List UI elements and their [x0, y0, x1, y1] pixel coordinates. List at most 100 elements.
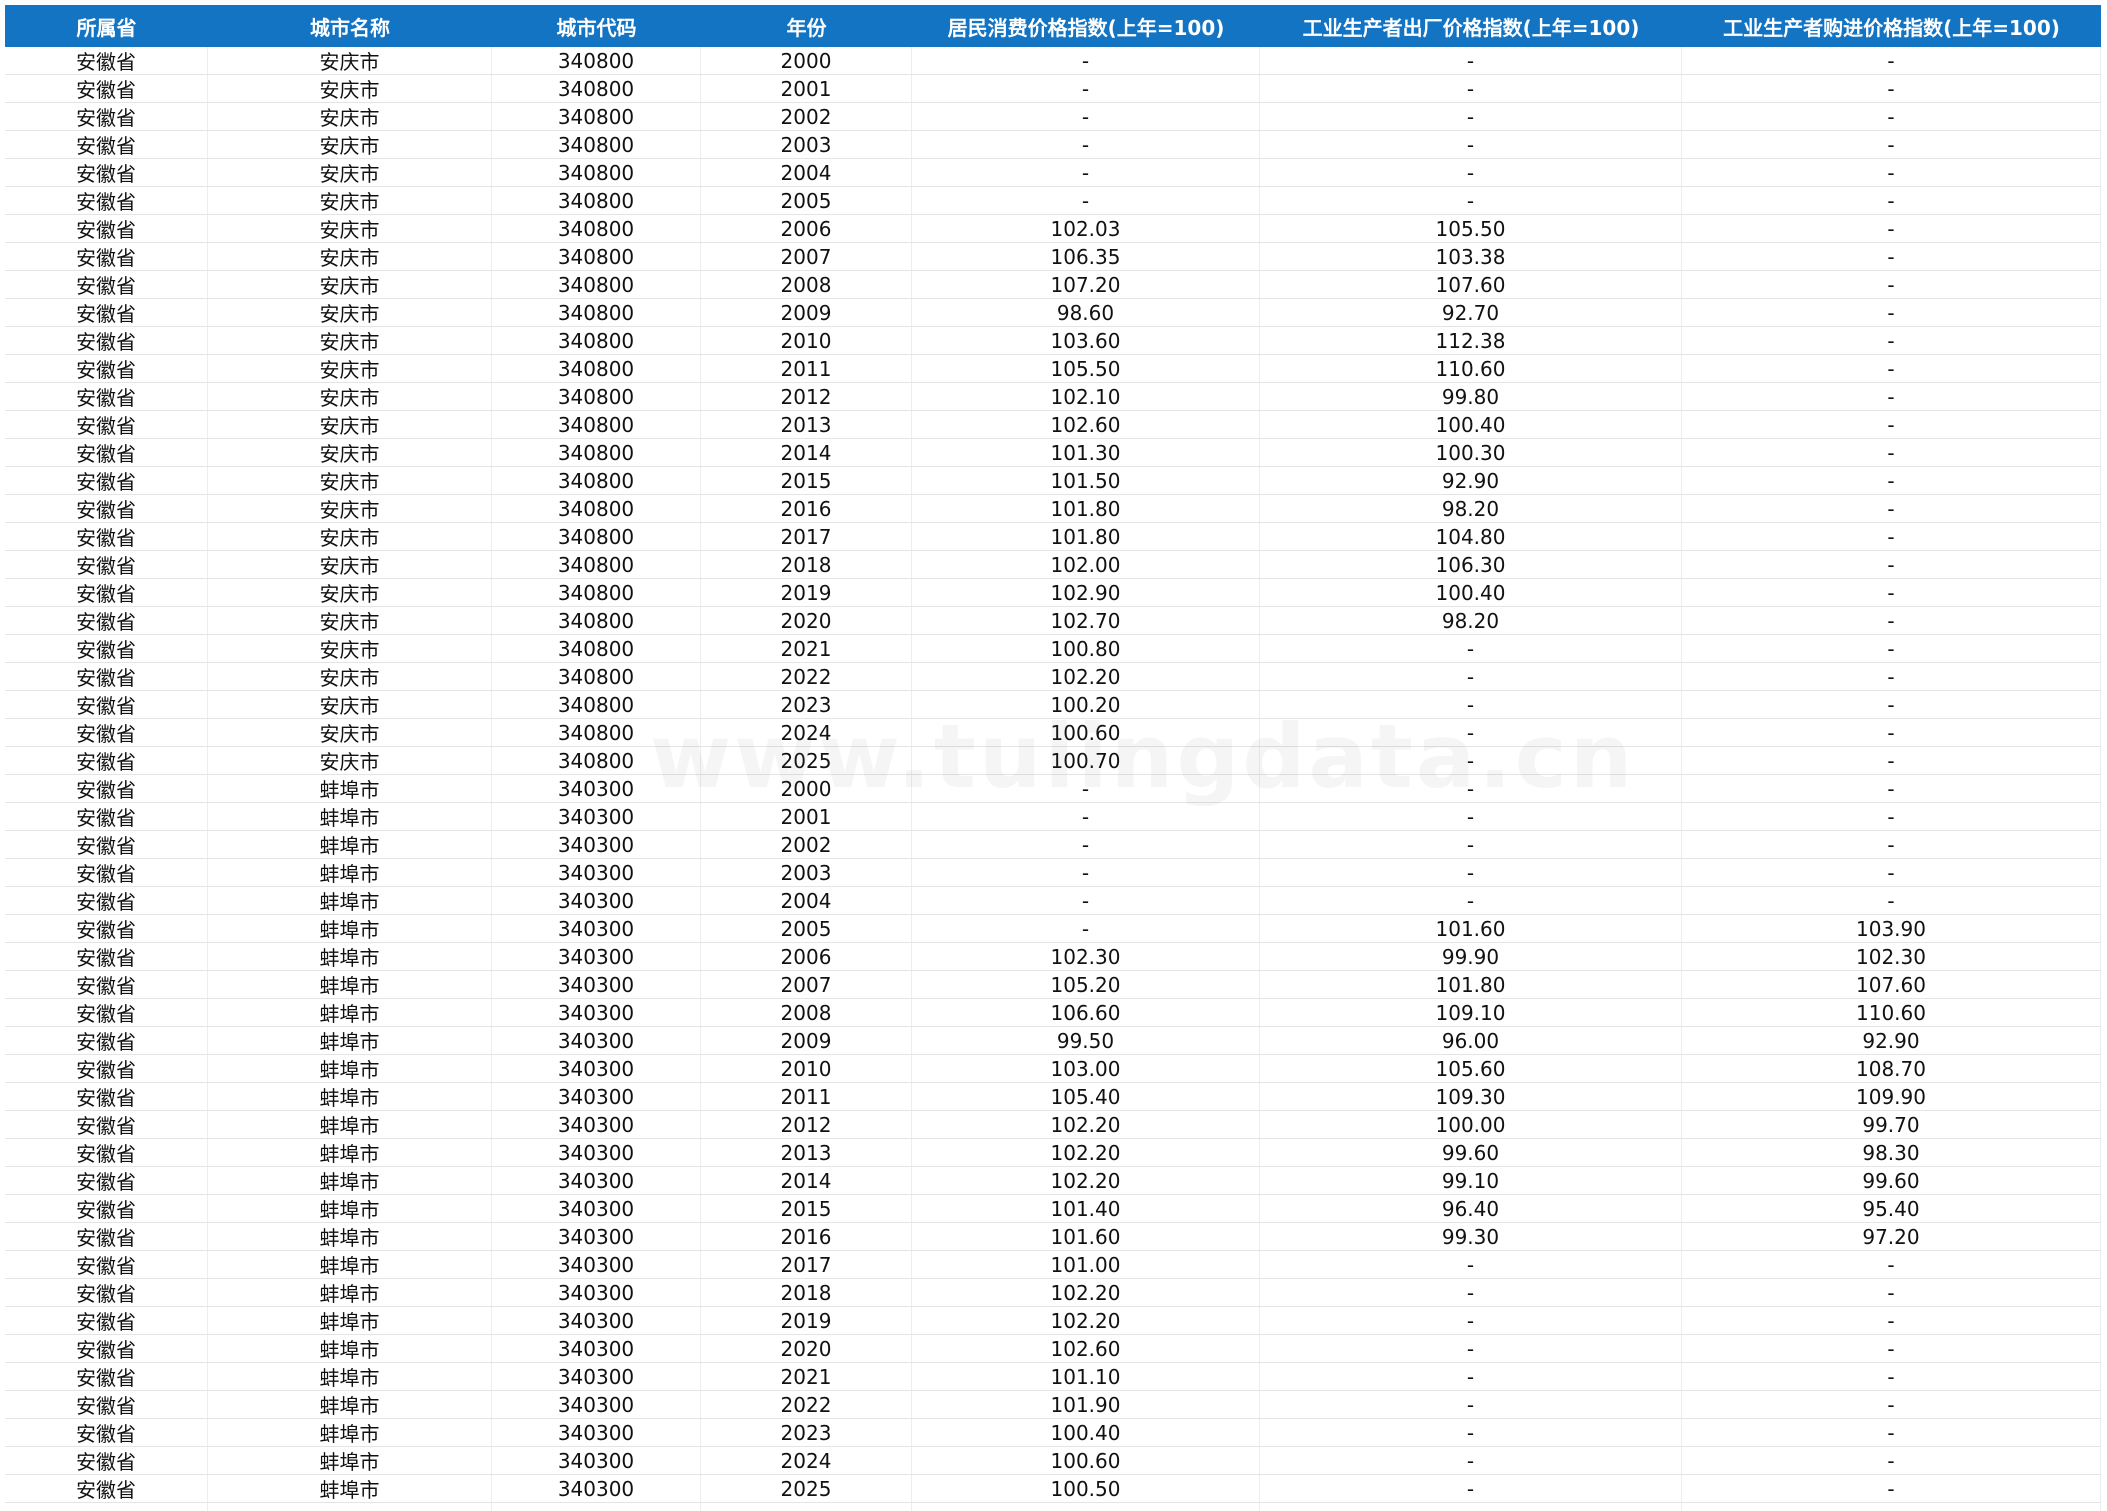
table-cell[interactable]: 2019 [701, 1307, 912, 1334]
table-cell[interactable]: 2014 [701, 439, 912, 466]
table-cell[interactable]: 安徽省 [5, 1363, 208, 1390]
table-cell[interactable]: - [1682, 1335, 2101, 1362]
table-cell[interactable]: 104.80 [1260, 523, 1682, 550]
table-cell[interactable]: 99.80 [1260, 383, 1682, 410]
table-cell[interactable]: - [1260, 859, 1682, 886]
table-cell[interactable]: - [1682, 523, 2101, 550]
table-cell[interactable]: 2022 [701, 663, 912, 690]
table-cell[interactable]: - [1260, 1447, 1682, 1474]
table-cell[interactable]: 蚌埠市 [208, 803, 492, 830]
table-cell[interactable]: 340300 [492, 1167, 701, 1194]
table-cell[interactable]: 安徽省 [5, 999, 208, 1026]
table-cell[interactable] [1682, 1503, 2101, 1511]
table-cell[interactable]: 102.70 [912, 607, 1260, 634]
table-cell[interactable]: - [1260, 663, 1682, 690]
table-cell[interactable]: - [1682, 719, 2101, 746]
table-cell[interactable]: 蚌埠市 [208, 1391, 492, 1418]
table-cell[interactable]: 2002 [701, 103, 912, 130]
table-cell[interactable]: 102.60 [912, 411, 1260, 438]
table-cell[interactable]: 蚌埠市 [208, 1111, 492, 1138]
table-cell[interactable]: 安徽省 [5, 1419, 208, 1446]
table-cell[interactable]: - [1682, 775, 2101, 802]
table-cell[interactable]: - [1260, 1279, 1682, 1306]
table-cell[interactable]: 安徽省 [5, 1111, 208, 1138]
table-cell[interactable]: 105.50 [912, 355, 1260, 382]
table-cell[interactable]: 安庆市 [208, 523, 492, 550]
table-cell[interactable]: 340300 [492, 1195, 701, 1222]
table-cell[interactable]: 99.60 [1260, 1139, 1682, 1166]
table-cell[interactable]: 340800 [492, 579, 701, 606]
table-cell[interactable]: 106.30 [1260, 551, 1682, 578]
table-cell[interactable]: 102.00 [912, 551, 1260, 578]
table-cell[interactable]: 安徽省 [5, 1223, 208, 1250]
table-cell[interactable]: 安庆市 [208, 47, 492, 74]
table-cell[interactable]: 340800 [492, 719, 701, 746]
table-cell[interactable]: 安徽省 [5, 915, 208, 942]
table-cell[interactable]: 安徽省 [5, 663, 208, 690]
table-cell[interactable]: 2013 [701, 1139, 912, 1166]
table-cell[interactable]: 蚌埠市 [208, 1083, 492, 1110]
table-cell[interactable]: 97.20 [1682, 1223, 2101, 1250]
table-cell[interactable]: 蚌埠市 [208, 971, 492, 998]
table-cell[interactable]: 2022 [701, 1391, 912, 1418]
table-cell[interactable]: 340300 [492, 1251, 701, 1278]
table-cell[interactable]: 340300 [492, 1419, 701, 1446]
table-cell[interactable]: 蚌埠市 [208, 1419, 492, 1446]
table-cell[interactable]: 安徽省 [5, 1279, 208, 1306]
table-cell[interactable]: 96.40 [1260, 1195, 1682, 1222]
table-cell[interactable]: - [1682, 187, 2101, 214]
table-cell[interactable]: 2006 [701, 943, 912, 970]
table-cell[interactable]: 安徽省 [5, 47, 208, 74]
table-cell[interactable]: 102.20 [912, 1139, 1260, 1166]
table-cell[interactable]: 340300 [492, 1279, 701, 1306]
table-cell[interactable]: - [1260, 1419, 1682, 1446]
table-cell[interactable]: 340300 [492, 1335, 701, 1362]
table-cell[interactable]: 340300 [492, 775, 701, 802]
table-cell[interactable]: 99.50 [912, 1027, 1260, 1054]
table-cell[interactable]: 2010 [701, 1055, 912, 1082]
table-cell[interactable]: - [1682, 75, 2101, 102]
table-cell[interactable]: 安徽省 [5, 551, 208, 578]
table-cell[interactable]: 2009 [701, 299, 912, 326]
table-cell[interactable]: 100.60 [912, 719, 1260, 746]
table-cell[interactable]: 101.90 [912, 1391, 1260, 1418]
table-cell[interactable]: 340300 [492, 1223, 701, 1250]
table-cell[interactable]: 340300 [492, 1447, 701, 1474]
table-cell[interactable]: 108.70 [1682, 1055, 2101, 1082]
table-cell[interactable]: 100.70 [912, 747, 1260, 774]
table-cell[interactable]: 340300 [492, 999, 701, 1026]
table-cell[interactable]: 92.90 [1260, 467, 1682, 494]
table-cell[interactable]: 安庆市 [208, 635, 492, 662]
table-cell[interactable]: 112.38 [1260, 327, 1682, 354]
table-cell[interactable]: - [1260, 1251, 1682, 1278]
table-cell[interactable]: 101.00 [912, 1251, 1260, 1278]
table-cell[interactable]: 安徽省 [5, 775, 208, 802]
table-cell[interactable]: 安徽省 [5, 159, 208, 186]
table-cell[interactable] [912, 1503, 1260, 1511]
table-cell[interactable]: 蚌埠市 [208, 831, 492, 858]
table-cell[interactable]: 安徽省 [5, 75, 208, 102]
table-cell[interactable]: 安徽省 [5, 523, 208, 550]
table-cell[interactable]: 103.38 [1260, 243, 1682, 270]
table-cell[interactable]: 安庆市 [208, 719, 492, 746]
table-cell[interactable]: 安庆市 [208, 75, 492, 102]
table-cell[interactable]: - [1260, 103, 1682, 130]
table-cell[interactable]: 340800 [492, 439, 701, 466]
table-cell[interactable]: 340800 [492, 271, 701, 298]
header-cell-ppi-input[interactable]: 工业生产者购进价格指数(上年=100) [1682, 5, 2101, 47]
table-cell[interactable]: - [912, 887, 1260, 914]
table-cell[interactable] [701, 1503, 912, 1511]
table-cell[interactable]: 蚌埠市 [208, 999, 492, 1026]
table-cell[interactable]: 安徽省 [5, 383, 208, 410]
table-cell[interactable]: - [1260, 635, 1682, 662]
table-cell[interactable]: - [1682, 1447, 2101, 1474]
table-cell[interactable]: 2017 [701, 1251, 912, 1278]
table-cell[interactable]: 100.30 [1260, 439, 1682, 466]
table-cell[interactable]: 100.40 [1260, 411, 1682, 438]
table-cell[interactable]: 2015 [701, 467, 912, 494]
table-cell[interactable]: 2008 [701, 999, 912, 1026]
table-cell[interactable]: 2003 [701, 131, 912, 158]
table-cell[interactable]: 98.20 [1260, 607, 1682, 634]
table-cell[interactable]: 安庆市 [208, 551, 492, 578]
table-cell[interactable]: - [912, 915, 1260, 942]
